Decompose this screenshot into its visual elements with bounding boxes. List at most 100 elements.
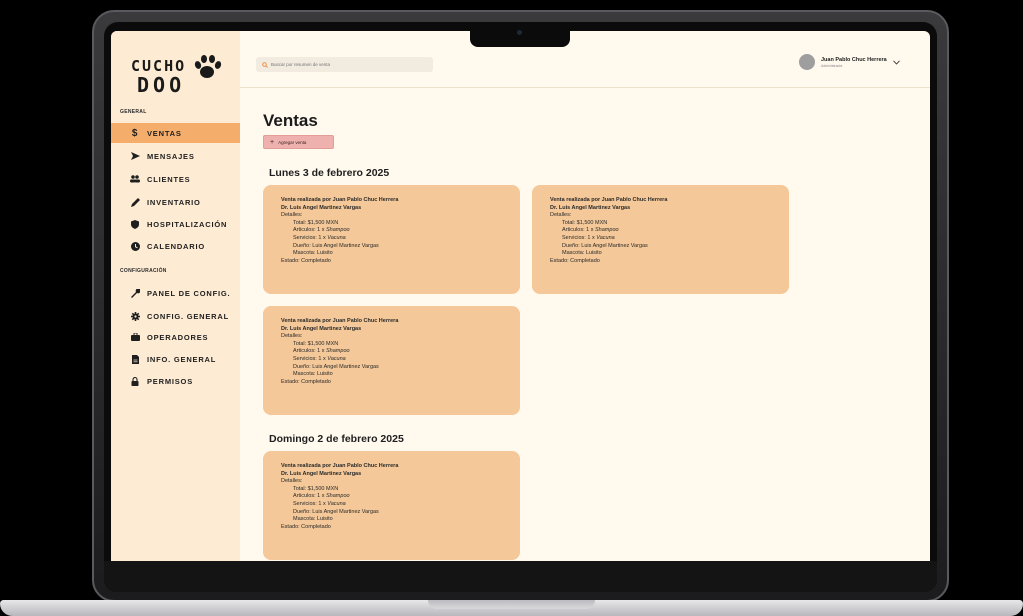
plus-icon: +: [270, 138, 275, 146]
sale-articles: Articulos: 1 x Shampoo: [281, 227, 520, 235]
sidebar-item-info-general[interactable]: INFO. GENERAL: [111, 349, 240, 369]
sale-total: Total: $1,500 MXN: [293, 485, 339, 492]
sale-owner: Dueño: Luis Angel Martinez Vargas: [293, 508, 379, 515]
brand-line-2: DOO: [137, 73, 186, 97]
add-sale-label: Agregar venta: [278, 139, 307, 145]
wrench-icon: [130, 288, 140, 298]
sale-pet: Mascota: Luisito: [293, 371, 333, 378]
sidebar-item-label: OPERADORES: [147, 332, 209, 342]
sidebar-item-clientes[interactable]: CLIENTES: [111, 169, 240, 189]
brand-logo[interactable]: CUCHO DOO: [129, 51, 229, 101]
sidebar-item-ventas[interactable]: $ VENTAS: [111, 123, 240, 143]
sale-doctor: Dr. Luis Angel Martinez Vargas: [281, 325, 362, 332]
sidebar-item-panel-de-config[interactable]: PANEL DE CONFIG.: [111, 283, 240, 303]
sale-services-item: Vacuna: [596, 234, 615, 241]
user-menu[interactable]: Juan Pablo Chuc Herrera Administrador: [799, 54, 900, 70]
search-icon: [262, 61, 268, 68]
sale-services-prefix: Servicios: 1 x: [293, 500, 328, 507]
sale-services: Servicios: 1 x Vacuna: [281, 356, 520, 364]
dollar-icon: $: [131, 127, 139, 139]
sale-card[interactable]: Venta realizada por Juan Pablo Chuc Herr…: [263, 185, 520, 294]
sale-card[interactable]: Venta realizada por Juan Pablo Chuc Herr…: [532, 185, 789, 294]
sale-owner: Dueño: Luis Angel Martinez Vargas: [293, 242, 379, 249]
laptop-base-groove: [428, 600, 595, 609]
sale-articles-prefix: Articulos: 1 x: [293, 493, 327, 500]
sidebar-item-label: PANEL DE CONFIG.: [147, 288, 231, 298]
sale-articles-item: Shampoo: [595, 227, 619, 234]
sale-pet: Mascota: Luisito: [293, 250, 333, 257]
chevron-down-icon[interactable]: [892, 59, 900, 65]
sale-services: Servicios: 1 x Vacuna: [281, 235, 520, 243]
sale-owner: Dueño: Luis Angel Martinez Vargas: [562, 242, 648, 249]
sidebar-item-label: PERMISOS: [147, 376, 193, 386]
app-screen: CUCHO DOO GENERAL $ VENTAS MENSAJES CLIE…: [111, 31, 930, 561]
page-title: Ventas: [263, 111, 318, 130]
pencil-icon: [130, 197, 140, 207]
sale-doctor: Dr. Luis Angel Martinez Vargas: [281, 470, 362, 477]
sale-total: Total: $1,500 MXN: [293, 340, 339, 347]
sale-articles-item: Shampoo: [326, 493, 350, 500]
search-box[interactable]: [256, 57, 433, 72]
sale-articles: Articulos: 1 x Shampoo: [281, 493, 520, 501]
sale-articles-prefix: Articulos: 1 x: [562, 227, 596, 234]
sale-details-label: Detalles:: [281, 478, 303, 485]
sale-articles-prefix: Articulos: 1 x: [293, 227, 327, 234]
sale-by: Venta realizada por Juan Pablo Chuc Herr…: [550, 197, 668, 203]
sale-services-prefix: Servicios: 1 x: [293, 355, 328, 362]
sale-articles: Articulos: 1 x Shampoo: [550, 227, 789, 235]
sale-status: Estado: Completado: [550, 257, 600, 264]
sale-status: Estado: Completado: [281, 257, 331, 264]
add-sale-button[interactable]: + Agregar venta: [263, 135, 334, 149]
sidebar-item-label: CLIENTES: [147, 174, 191, 184]
top-bar: Juan Pablo Chuc Herrera Administrador: [240, 31, 930, 88]
gear-icon: [130, 311, 140, 321]
sidebar-item-label: CONFIG. GENERAL: [147, 311, 230, 321]
sale-details-label: Detalles:: [281, 333, 303, 340]
sidebar-item-calendario[interactable]: CALENDARIO: [111, 236, 240, 256]
sale-total: Total: $1,500 MXN: [562, 219, 608, 226]
sidebar: CUCHO DOO GENERAL $ VENTAS MENSAJES CLIE…: [111, 31, 240, 561]
users-icon: [130, 174, 140, 184]
clock-icon: [130, 241, 140, 251]
sale-services-item: Vacuna: [327, 355, 346, 362]
send-icon: [130, 151, 140, 161]
sidebar-item-config-general[interactable]: CONFIG. GENERAL: [111, 306, 240, 326]
shield-icon: [130, 219, 140, 229]
search-input[interactable]: [271, 62, 421, 67]
sale-articles-item: Shampoo: [326, 227, 350, 234]
sidebar-item-label: MENSAJES: [147, 151, 195, 161]
sale-pet: Mascota: Luisito: [293, 516, 333, 523]
sale-doctor: Dr. Luis Angel Martinez Vargas: [281, 204, 362, 211]
sale-by: Venta realizada por Juan Pablo Chuc Herr…: [281, 463, 399, 469]
sale-card[interactable]: Venta realizada por Juan Pablo Chuc Herr…: [263, 306, 520, 415]
section-label-general: GENERAL: [120, 109, 147, 115]
sale-owner: Dueño: Luis Angel Martinez Vargas: [293, 363, 379, 370]
sale-services: Servicios: 1 x Vacuna: [550, 235, 789, 243]
sale-articles-prefix: Articulos: 1 x: [293, 348, 327, 355]
sale-status: Estado: Completado: [281, 378, 331, 385]
user-role: Administrador: [821, 63, 843, 68]
sidebar-item-operadores[interactable]: OPERADORES: [111, 327, 240, 347]
laptop-chin: [104, 561, 937, 592]
sale-details-label: Detalles:: [550, 212, 572, 219]
sidebar-item-label: INFO. GENERAL: [147, 354, 217, 364]
sale-doctor: Dr. Luis Angel Martinez Vargas: [550, 204, 631, 211]
sale-by: Venta realizada por Juan Pablo Chuc Herr…: [281, 318, 399, 324]
sidebar-item-hospitalizacion[interactable]: HOSPITALIZACIÓN: [111, 214, 240, 234]
sidebar-item-mensajes[interactable]: MENSAJES: [111, 146, 240, 166]
sale-card[interactable]: Venta realizada por Juan Pablo Chuc Herr…: [263, 451, 520, 560]
sale-services-item: Vacuna: [327, 500, 346, 507]
sidebar-item-permisos[interactable]: PERMISOS: [111, 371, 240, 391]
sidebar-item-inventario[interactable]: INVENTARIO: [111, 192, 240, 212]
sidebar-item-label: INVENTARIO: [147, 197, 201, 207]
day-heading: Domingo 2 de febrero 2025: [269, 433, 404, 445]
sidebar-item-label: VENTAS: [147, 128, 182, 138]
sale-services-item: Vacuna: [327, 234, 346, 241]
lock-icon: [130, 376, 140, 386]
sidebar-item-label: HOSPITALIZACIÓN: [147, 219, 228, 229]
sale-by: Venta realizada por Juan Pablo Chuc Herr…: [281, 197, 399, 203]
briefcase-icon: [130, 332, 140, 342]
sale-status: Estado: Completado: [281, 523, 331, 530]
sale-pet: Mascota: Luisito: [562, 250, 602, 257]
avatar[interactable]: [799, 54, 815, 70]
